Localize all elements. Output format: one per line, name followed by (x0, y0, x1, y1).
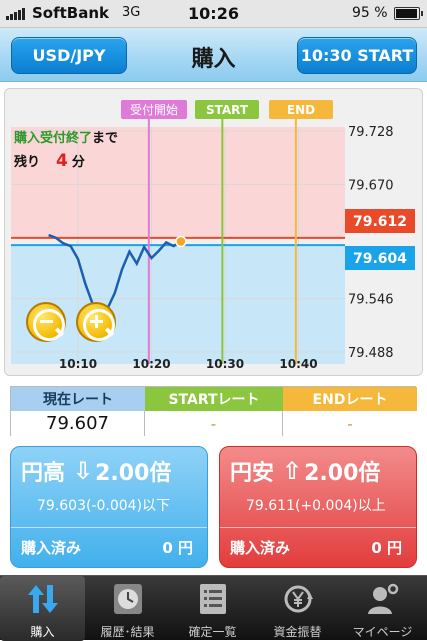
yen-high-card[interactable]: 円高 ⇩ 2.00倍 79.603(-0.004)以下 購入済み 0 円 (10, 446, 208, 568)
yen-low-card[interactable]: 円安 ⇧ 2.00倍 79.611(+0.004)以上 購入済み 0 円 (219, 446, 417, 568)
high-rate-label: 79.612 (353, 214, 407, 230)
x-tick-label: 10:40 (279, 357, 317, 371)
clock-icon (114, 584, 142, 614)
nav-bar: USD/JPY 購入 10:30 START (0, 28, 427, 82)
tab-fund-transfer-label: 資金振替 (273, 625, 322, 639)
minutes-unit: 分 (71, 155, 85, 170)
yen-high-bought-value: 0 円 (162, 539, 193, 557)
yen-low-multiplier: 2.00倍 (304, 461, 381, 486)
yen-high-bought-label: 購入済み (21, 539, 82, 557)
end-marker: END (269, 100, 333, 119)
battery-icon (394, 7, 423, 20)
x-tick-label: 10:20 (132, 357, 170, 371)
tab-history[interactable]: 履歴･結果 (85, 576, 170, 641)
zoom-out-button[interactable] (26, 302, 66, 342)
end-rate-header: ENDレート (283, 387, 417, 411)
y-tick-label: 79.728 (348, 125, 394, 140)
start-rate-header: STARTレート (145, 387, 283, 411)
rate-table: 現在レート STARTレート ENDレート 79.607 - - (10, 386, 417, 436)
info-until-label: まで (92, 131, 119, 146)
yen-low-threshold: 79.611(+0.004)以上 (246, 498, 386, 514)
round-start-button[interactable]: 10:30 START (297, 37, 417, 74)
remaining-label: 残り (14, 155, 41, 170)
tab-history-label: 履歴･結果 (100, 625, 155, 639)
yen-high-label: 円高 (21, 461, 66, 486)
tab-bar: 購入 履歴･結果 確定一覧 資金振替 マイページ (0, 575, 427, 641)
arrow-down-icon: ⇩ (73, 457, 94, 485)
y-tick-label: 79.488 (348, 346, 394, 361)
svg-text:受付開始: 受付開始 (130, 103, 178, 117)
yen-low-bought-label: 購入済み (230, 539, 291, 557)
tab-confirmed-list[interactable]: 確定一覧 (170, 576, 255, 641)
accept-start-marker: 受付開始 (121, 100, 187, 119)
battery-percent: 95 % (352, 5, 388, 21)
current-rate-value: 79.607 (11, 411, 145, 436)
current-rate-header: 現在レート (11, 387, 145, 411)
tab-purchase[interactable]: 購入 (0, 576, 85, 641)
up-down-arrows-icon (28, 585, 58, 613)
card-divider (11, 527, 207, 528)
list-icon (200, 584, 226, 614)
zoom-in-button[interactable] (76, 302, 116, 342)
yen-transfer-icon (284, 585, 313, 613)
y-tick-label: 79.670 (348, 178, 394, 193)
arrow-up-icon: ⇧ (282, 457, 303, 485)
yen-low-label: 円安 (230, 461, 275, 486)
svg-text:END: END (287, 103, 315, 117)
tab-my-page[interactable]: マイページ (340, 576, 427, 641)
yen-high-threshold: 79.603(-0.004)以下 (37, 498, 171, 514)
yen-low-bought-value: 0 円 (371, 539, 402, 557)
end-rate-value: - (283, 411, 417, 436)
start-marker: START (195, 100, 259, 119)
x-tick-label: 10:30 (206, 357, 244, 371)
countdown-info: 購入受付終了まで 残り 4 分 (14, 128, 162, 180)
card-divider (220, 527, 416, 528)
currency-pair-button[interactable]: USD/JPY (11, 37, 127, 74)
yen-high-multiplier: 2.00倍 (95, 461, 172, 486)
start-rate-value: - (145, 411, 283, 436)
status-bar: SoftBank 3G 10:26 95 % (0, 0, 427, 28)
tab-confirmed-list-label: 確定一覧 (188, 625, 237, 639)
info-deadline-label: 購入受付終了 (14, 131, 93, 146)
user-gear-icon (368, 583, 399, 614)
current-price-dot (175, 235, 187, 248)
tab-fund-transfer[interactable]: 資金振替 (255, 576, 340, 641)
tab-my-page-label: マイページ (352, 625, 413, 639)
tab-purchase-label: 購入 (30, 625, 55, 639)
remaining-minutes: 4 (56, 151, 68, 171)
low-rate-label: 79.604 (353, 251, 407, 267)
y-tick-label: 79.546 (348, 293, 394, 308)
x-tick-label: 10:10 (59, 357, 97, 371)
svg-text:START: START (206, 103, 249, 117)
